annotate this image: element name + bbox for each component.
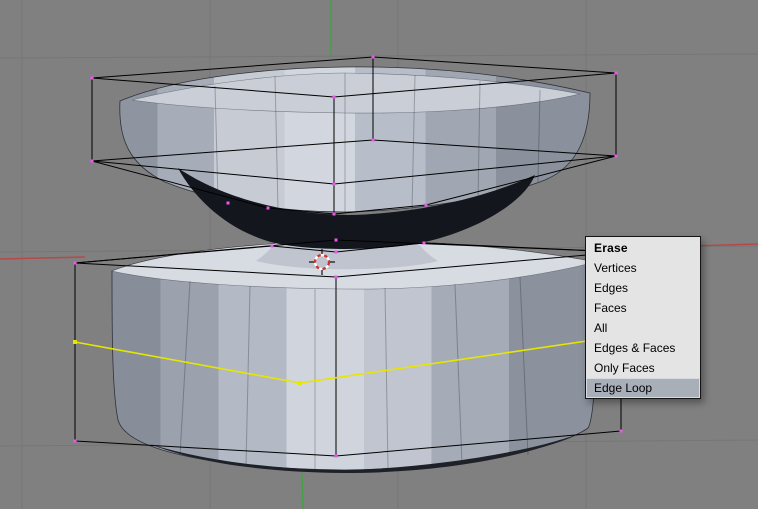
menu-title: Erase [594,241,628,255]
menu-item-faces[interactable]: Faces [586,298,700,318]
menu-item-all[interactable]: All [586,318,700,338]
menu-item-only-faces[interactable]: Only Faces [586,358,700,378]
menu-item-edges[interactable]: Edges [586,278,700,298]
menu-item-vertices[interactable]: Vertices [586,258,700,278]
menu-item-edge-loop[interactable]: Edge Loop [586,378,700,398]
erase-menu: Erase Vertices Edges Faces All Edges & F… [585,236,701,399]
y-axis-line-bottom [301,472,304,509]
mesh-object[interactable] [110,66,597,473]
blender-3d-viewport[interactable]: Erase Vertices Edges Faces All Edges & F… [0,0,758,509]
menu-item-edges-faces[interactable]: Edges & Faces [586,338,700,358]
